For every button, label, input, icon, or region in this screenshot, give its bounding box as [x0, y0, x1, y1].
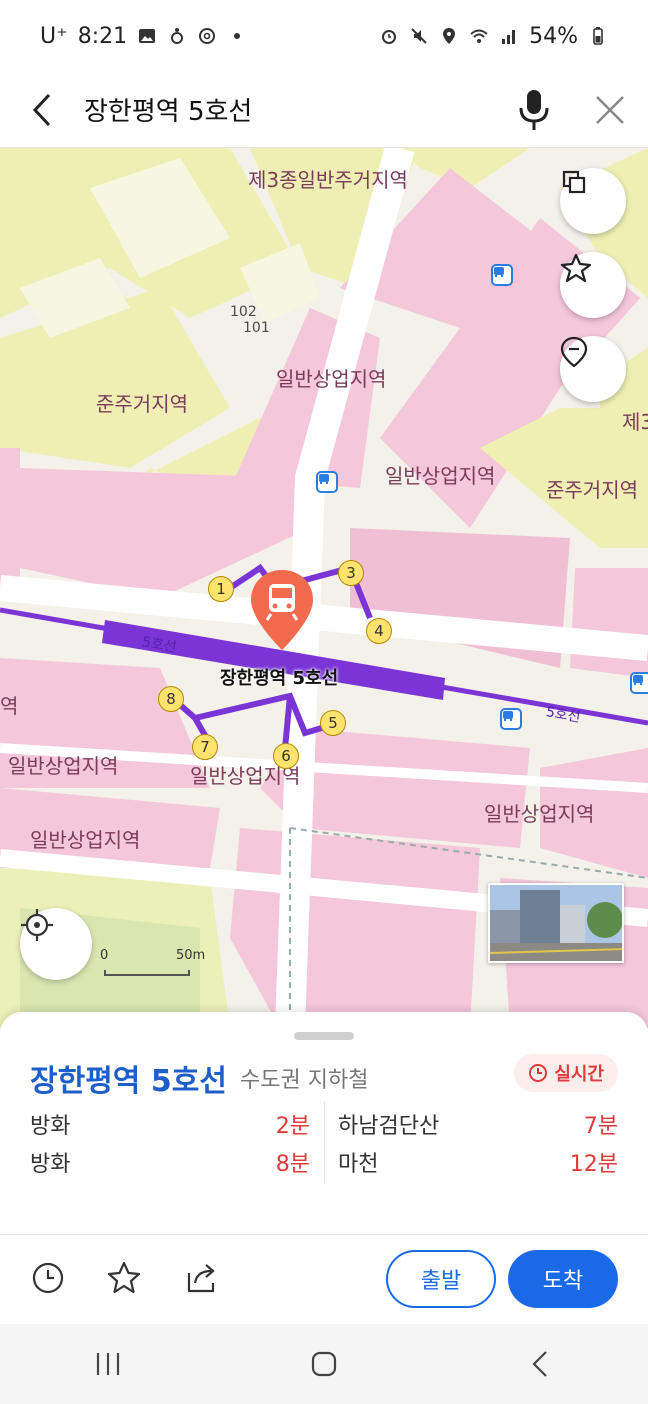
star-icon	[560, 253, 592, 283]
voice-search-button[interactable]	[496, 72, 572, 148]
action-divider	[0, 1234, 648, 1235]
status-left: U⁺ 8:21	[40, 24, 247, 49]
exit-badge[interactable]: 7	[192, 734, 218, 760]
clock-icon	[32, 1262, 64, 1294]
search-bar: 장한평역 5호선	[0, 72, 648, 148]
zone-label: 일반상업지역	[8, 754, 119, 778]
scale-zero: 0	[100, 948, 109, 963]
arrival-destination: 마천	[338, 1152, 379, 1177]
arrival-minutes: 7분	[583, 1114, 618, 1139]
exit-badge[interactable]: 3	[338, 560, 364, 586]
bus-stop-icon[interactable]	[316, 471, 338, 493]
system-nav-bar	[0, 1324, 648, 1404]
system-back-button[interactable]	[490, 1334, 590, 1394]
mute-icon	[411, 28, 427, 44]
star-icon	[107, 1261, 141, 1294]
home-icon	[311, 1351, 337, 1377]
back-icon	[532, 1351, 547, 1377]
close-icon	[596, 95, 624, 124]
building-number: 102	[230, 304, 257, 320]
exit-badge[interactable]: 1	[208, 576, 234, 602]
gallery-icon	[139, 29, 156, 43]
pin-button[interactable]	[560, 336, 626, 402]
arrival-minutes: 2분	[275, 1114, 310, 1139]
street-view-image	[490, 885, 622, 961]
wifi-icon	[470, 29, 488, 43]
location-icon	[443, 28, 456, 44]
status-bar: U⁺ 8:21 54%	[0, 0, 648, 72]
zone-label: 역	[0, 694, 19, 718]
street-view-thumbnail[interactable]	[488, 883, 624, 963]
scale-value: 50m	[176, 948, 206, 963]
scale-bar	[104, 970, 190, 976]
zone-label: 일반상업지역	[484, 802, 595, 826]
search-input[interactable]: 장한평역 5호선	[84, 91, 496, 128]
station-info-sheet: 장한평역 5호선 수도권 지하철 실시간 방화 2분 방화 8분 하남검단산 7…	[0, 1012, 648, 1324]
locate-button[interactable]	[20, 908, 92, 980]
recents-icon	[96, 1353, 120, 1375]
exit-badge[interactable]: 5	[320, 710, 346, 736]
arrive-button[interactable]: 도착	[508, 1250, 618, 1308]
bus-stop-icon[interactable]	[491, 264, 513, 286]
clock: 8:21	[77, 23, 128, 49]
zone-label: 제3	[622, 410, 648, 434]
station-title[interactable]: 장한평역 5호선	[30, 1056, 227, 1100]
alarm-icon	[382, 30, 397, 44]
zone-label: 준주거지역	[546, 478, 638, 502]
share-icon	[187, 1264, 215, 1293]
map-view[interactable]: 제3종일반주거지역 일반상업지역 준주거지역 일반상업지역 준주거지역 제3 일…	[0, 148, 648, 1028]
app-icon	[171, 28, 184, 44]
depart-button[interactable]: 출발	[386, 1250, 496, 1308]
station-type: 수도권 지하철	[240, 1068, 369, 1093]
exit-badge[interactable]: 8	[158, 686, 184, 712]
bus-stop-icon[interactable]	[500, 708, 522, 730]
arrival-minutes: 12분	[569, 1152, 618, 1177]
zone-label: 준주거지역	[96, 392, 188, 416]
mic-icon	[519, 89, 549, 130]
station-marker[interactable]	[249, 568, 315, 652]
arrival-destination: 하남검단산	[338, 1114, 440, 1139]
history-button[interactable]	[28, 1258, 68, 1298]
exit-badge[interactable]: 4	[366, 618, 392, 644]
back-button[interactable]	[0, 72, 84, 148]
clear-search-button[interactable]	[572, 72, 648, 148]
favorite-button[interactable]	[560, 252, 626, 318]
zone-label: 제3종일반주거지역	[248, 168, 408, 192]
sheet-handle[interactable]	[294, 1032, 354, 1040]
home-button[interactable]	[274, 1334, 374, 1394]
arrival-minutes: 8분	[275, 1152, 310, 1177]
subway-pin-icon	[251, 570, 313, 650]
arrival-destination: 방화	[30, 1152, 71, 1177]
bus-stop-icon[interactable]	[630, 672, 648, 694]
threads-icon	[199, 28, 216, 44]
building-number: 101	[243, 320, 270, 336]
carrier-label: U⁺	[40, 23, 68, 49]
status-right: 54%	[379, 24, 608, 49]
zone-label: 일반상업지역	[276, 367, 387, 391]
recent-apps-button[interactable]	[58, 1334, 158, 1394]
dot-icon	[234, 33, 241, 39]
zone-label: 일반상업지역	[30, 828, 141, 852]
station-label: 장한평역 5호선	[220, 668, 339, 689]
battery-label: 54%	[529, 23, 578, 49]
map-layers-button[interactable]	[560, 168, 626, 234]
share-button[interactable]	[182, 1258, 222, 1298]
battery-icon	[593, 27, 603, 45]
back-arrow-icon	[32, 93, 51, 126]
locate-icon	[21, 909, 53, 941]
layers-icon	[562, 170, 586, 194]
signal-icon	[502, 30, 516, 44]
realtime-label: 실시간	[554, 1064, 604, 1085]
arrival-destination: 방화	[30, 1114, 71, 1139]
save-button[interactable]	[104, 1258, 144, 1298]
realtime-badge[interactable]: 실시간	[514, 1054, 618, 1092]
pin-icon	[560, 336, 588, 368]
column-divider	[324, 1102, 325, 1184]
zone-label: 일반상업지역	[385, 464, 496, 488]
clock-icon	[529, 1064, 548, 1082]
exit-badge[interactable]: 6	[273, 743, 299, 769]
